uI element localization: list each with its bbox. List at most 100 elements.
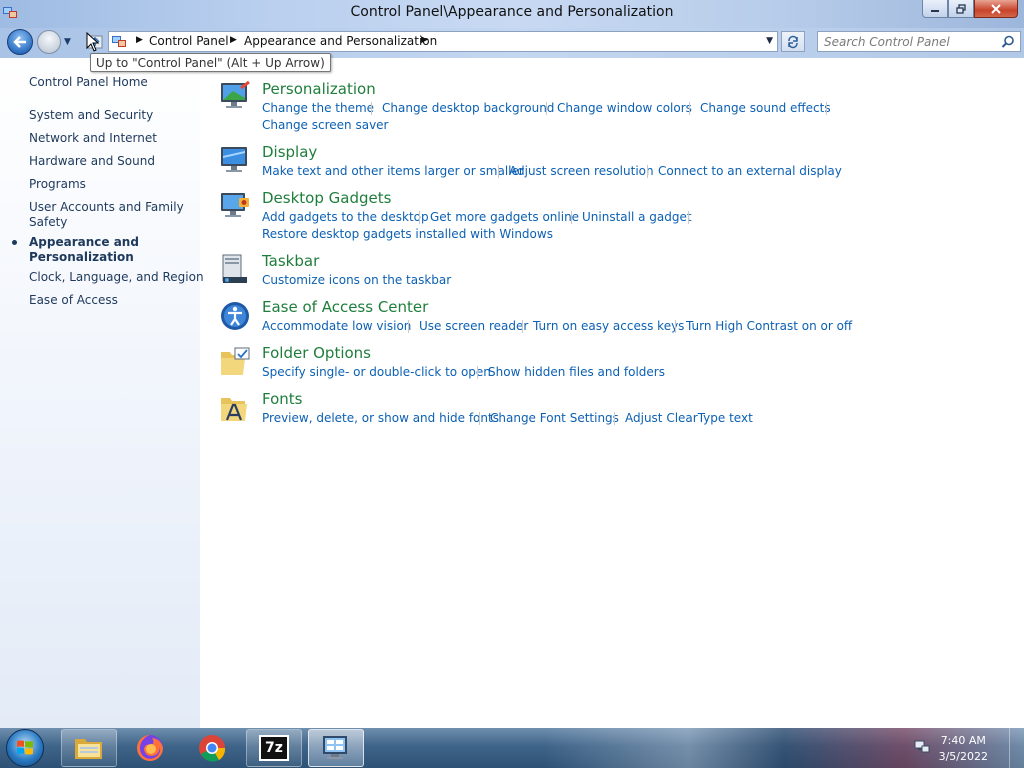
link-separator [479, 412, 480, 425]
taskbar-control-panel-button[interactable] [308, 729, 364, 767]
up-button-tooltip: Up to "Control Panel" (Alt + Up Arrow) [90, 53, 331, 72]
link-preview-fonts[interactable]: Preview, delete, or show and hide fonts [262, 411, 499, 425]
taskbar-7zip-button[interactable]: 7z [246, 729, 302, 767]
category-ease-of-access-center[interactable]: Ease of Access Center [262, 298, 428, 316]
7zip-icon: 7z [259, 735, 289, 761]
link-separator [647, 165, 648, 178]
category-personalization[interactable]: Personalization [262, 80, 376, 98]
minimize-icon [931, 9, 939, 12]
link-separator [688, 211, 689, 224]
minimize-button[interactable] [922, 0, 948, 18]
link-change-sound-effects[interactable]: Change sound effects [700, 101, 831, 115]
sidebar-item-hardware-and-sound[interactable]: Hardware and Sound [29, 154, 155, 169]
link-separator [675, 320, 676, 333]
address-bar[interactable]: ▶ Control Panel ▶ Appearance and Persona… [108, 31, 778, 52]
gadgets-icon[interactable] [219, 190, 251, 222]
link-separator [498, 165, 499, 178]
link-separator [371, 102, 372, 115]
fonts-icon[interactable] [219, 392, 251, 424]
title-bar[interactable]: Control Panel\Appearance and Personaliza… [0, 0, 1024, 28]
link-connect-external-display[interactable]: Connect to an external display [658, 164, 842, 178]
close-icon [991, 3, 1001, 14]
link-separator [522, 320, 523, 333]
category-display[interactable]: Display [262, 143, 317, 161]
link-make-text-larger[interactable]: Make text and other items larger or smal… [262, 164, 524, 178]
taskbar-icon[interactable] [219, 253, 251, 285]
link-separator [408, 320, 409, 333]
close-button[interactable] [974, 0, 1018, 18]
link-get-more-gadgets[interactable]: Get more gadgets online [430, 210, 579, 224]
folder-icon [75, 739, 102, 759]
sidebar-item-programs[interactable]: Programs [29, 177, 86, 192]
link-separator [689, 102, 690, 115]
taskbar-explorer-button[interactable] [61, 729, 117, 767]
network-icon[interactable] [914, 740, 930, 754]
show-desktop-button[interactable] [1009, 728, 1024, 768]
link-restore-gadgets[interactable]: Restore desktop gadgets installed with W… [262, 227, 553, 241]
refresh-icon [788, 35, 798, 48]
windows-logo-icon [17, 740, 33, 755]
start-button[interactable] [6, 729, 44, 767]
search-box[interactable] [817, 31, 1021, 52]
folder-options-icon[interactable] [219, 346, 251, 378]
link-turn-high-contrast[interactable]: Turn High Contrast on or off [686, 319, 852, 333]
link-uninstall-gadget[interactable]: Uninstall a gadget [582, 210, 692, 224]
link-accommodate-low-vision[interactable]: Accommodate low vision [262, 319, 411, 333]
sidebar-item-control-panel-home[interactable]: Control Panel Home [29, 75, 148, 90]
system-clock[interactable]: 7:40 AM 3/5/2022 [939, 733, 988, 765]
sidebar-item-network-and-internet[interactable]: Network and Internet [29, 131, 157, 146]
link-adjust-cleartype[interactable]: Adjust ClearType text [625, 411, 753, 425]
search-input[interactable] [824, 34, 994, 49]
link-turn-on-easy-access-keys[interactable]: Turn on easy access keys [533, 319, 684, 333]
sidebar-item-user-accounts[interactable]: User Accounts and Family Safety [29, 200, 184, 230]
link-separator [419, 211, 420, 224]
address-history-dropdown[interactable]: ▼ [766, 36, 773, 46]
link-use-screen-reader[interactable]: Use screen reader [419, 319, 528, 333]
back-button[interactable] [7, 29, 33, 55]
link-customize-taskbar-icons[interactable]: Customize icons on the taskbar [262, 273, 451, 287]
link-single-double-click[interactable]: Specify single- or double-click to open [262, 365, 491, 379]
control-panel-icon [112, 36, 126, 47]
link-change-theme[interactable]: Change the theme [262, 101, 374, 115]
link-change-desktop-background[interactable]: Change desktop background [382, 101, 554, 115]
link-change-screen-saver[interactable]: Change screen saver [262, 118, 389, 132]
link-separator [546, 102, 547, 115]
link-show-hidden-files[interactable]: Show hidden files and folders [488, 365, 665, 379]
ease-of-access-icon[interactable] [219, 300, 251, 332]
link-separator [614, 412, 615, 425]
taskbar-firefox-button[interactable] [122, 729, 178, 767]
taskbar: 7z 7:40 AM 3/5/2022 [0, 728, 1024, 768]
search-icon[interactable] [1001, 35, 1015, 49]
category-folder-options[interactable]: Folder Options [262, 344, 371, 362]
forward-button[interactable] [37, 30, 61, 54]
refresh-button[interactable] [781, 31, 805, 52]
category-fonts[interactable]: Fonts [262, 390, 302, 408]
sidebar-item-clock-language-region[interactable]: Clock, Language, and Region [29, 270, 204, 285]
category-desktop-gadgets[interactable]: Desktop Gadgets [262, 189, 391, 207]
firefox-icon [137, 735, 163, 761]
category-taskbar[interactable]: Taskbar [262, 252, 319, 270]
navigation-pane: Control Panel Home System and Security N… [0, 58, 204, 728]
link-change-window-colors[interactable]: Change window colors [557, 101, 692, 115]
breadcrumb-appearance[interactable]: Appearance and Personalization [244, 34, 437, 48]
link-change-font-settings[interactable]: Change Font Settings [490, 411, 619, 425]
link-add-gadgets[interactable]: Add gadgets to the desktop [262, 210, 429, 224]
sidebar-item-ease-of-access[interactable]: Ease of Access [29, 293, 118, 308]
breadcrumb-separator-icon[interactable]: ▶ [136, 35, 143, 45]
link-adjust-screen-resolution[interactable]: Adjust screen resolution [509, 164, 654, 178]
window-title: Control Panel\Appearance and Personaliza… [350, 4, 674, 20]
display-icon[interactable] [219, 144, 251, 176]
link-separator [826, 102, 827, 115]
breadcrumb-control-panel[interactable]: Control Panel [149, 34, 229, 48]
breadcrumb-separator-icon[interactable]: ▶ [230, 35, 237, 45]
recent-pages-dropdown[interactable]: ▼ [64, 37, 71, 47]
sidebar-item-appearance-and-personalization[interactable]: Appearance and Personalization [29, 235, 139, 265]
maximize-button[interactable] [948, 0, 974, 18]
taskbar-chrome-button[interactable] [184, 729, 240, 767]
clock-date: 3/5/2022 [938, 750, 988, 763]
restore-icon [956, 3, 966, 14]
personalization-icon[interactable] [219, 80, 251, 112]
back-arrow-icon [13, 36, 26, 48]
sidebar-item-system-and-security[interactable]: System and Security [29, 108, 153, 123]
breadcrumb-separator-icon[interactable]: ▶ [421, 35, 428, 45]
